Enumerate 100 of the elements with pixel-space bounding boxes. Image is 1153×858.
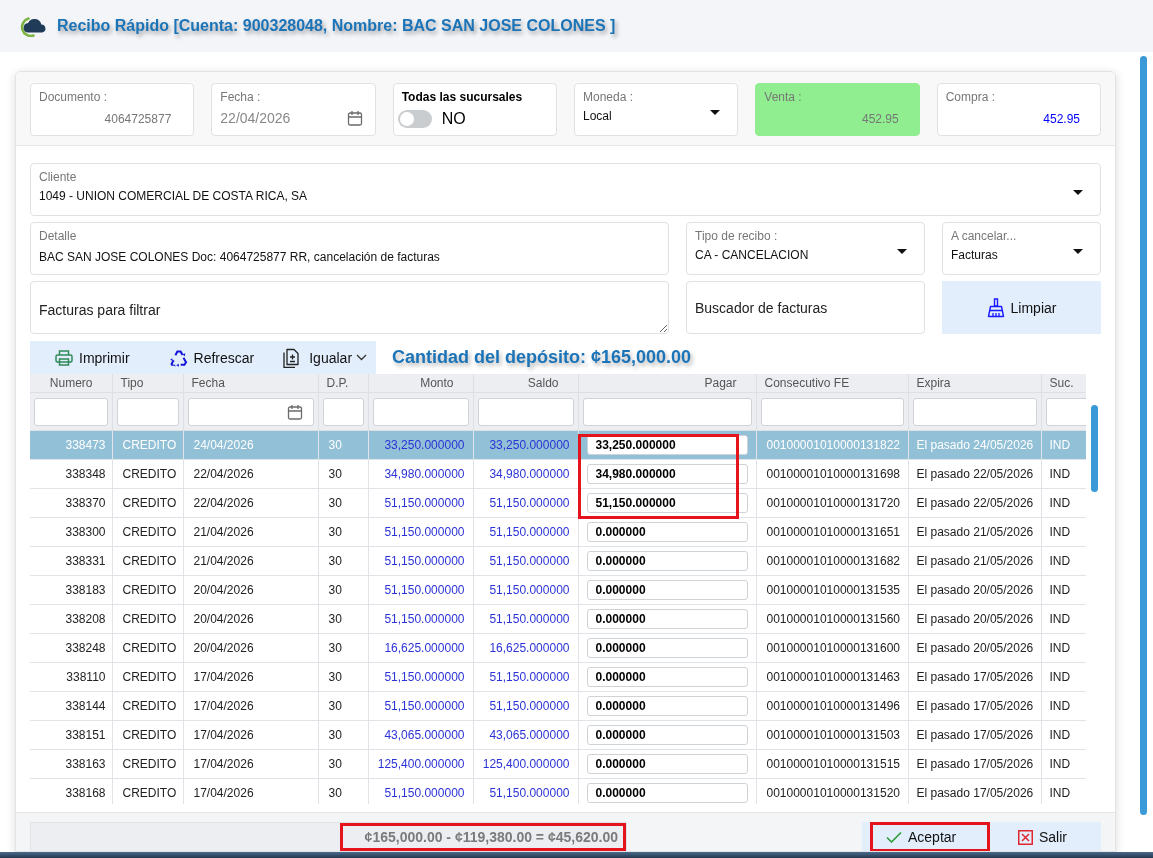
filter-field[interactable] bbox=[760, 397, 904, 426]
payment-field[interactable]: 51,150.000000 bbox=[586, 493, 748, 513]
table-cell: 43,065.000000 bbox=[368, 720, 473, 750]
scrollbar[interactable] bbox=[1091, 405, 1098, 492]
table-cell: 00100001010000131463 bbox=[756, 662, 908, 692]
payment-field[interactable]: 0.000000 bbox=[586, 783, 748, 803]
print-button[interactable]: Imprimir bbox=[35, 341, 150, 374]
payment-field[interactable]: 0.000000 bbox=[586, 667, 748, 687]
payment-field[interactable]: 0.000000 bbox=[586, 638, 748, 658]
table-cell: CREDITO bbox=[112, 604, 183, 634]
filter-field[interactable] bbox=[116, 397, 179, 426]
table-row[interactable]: 338300 CREDITO 21/04/2026 30 51,150.000000 51,150.000000 0.000000 00100001010000131651 El pasado 21/05/2026 IND bbox=[30, 517, 1086, 547]
table-cell: 43,065.000000 bbox=[473, 720, 578, 750]
table-cell: 338144 bbox=[30, 691, 112, 721]
clear-button[interactable]: Limpiar bbox=[942, 281, 1101, 334]
table-cell: El pasado 24/05/2026 bbox=[908, 430, 1041, 460]
table-cell: 00100001010000131535 bbox=[756, 575, 908, 605]
column-header: Pagar bbox=[578, 374, 756, 393]
client-select[interactable]: Cliente 1049 - UNION COMERCIAL DE COSTA RICA, SA bbox=[30, 163, 1101, 216]
filter-field[interactable] bbox=[477, 397, 574, 426]
table-row[interactable]: 338168 CREDITO 17/04/2026 30 51,150.000000 51,150.000000 0.000000 00100001010000131520 El pasado 17/05/2026 IND bbox=[30, 778, 1086, 804]
table-cell: CREDITO bbox=[112, 691, 183, 721]
table-cell: El pasado 20/05/2026 bbox=[908, 575, 1041, 605]
rate-field: Venta : 452.95 bbox=[755, 83, 920, 136]
payment-field[interactable]: 0.000000 bbox=[586, 551, 748, 571]
table-cell: 338300 bbox=[30, 517, 112, 547]
field-label: Venta : bbox=[764, 89, 803, 105]
table-cell: 16,625.000000 bbox=[368, 633, 473, 663]
column-header: Expira bbox=[908, 374, 1041, 393]
payment-field[interactable]: 0.000000 bbox=[586, 754, 748, 774]
table-cell: CREDITO bbox=[112, 720, 183, 750]
table-cell: El pasado 20/05/2026 bbox=[908, 633, 1041, 663]
table-cell: 16,625.000000 bbox=[473, 633, 578, 663]
table-cell: 51,150.000000 bbox=[368, 778, 473, 804]
table-row[interactable]: 338163 CREDITO 17/04/2026 30 125,400.000000 125,400.000000 0.000000 00100001010000131515 El pasado 17/05/2026 IND bbox=[30, 749, 1086, 779]
payment-field[interactable]: 0.000000 bbox=[586, 522, 748, 542]
table-cell: 00100001010000131698 bbox=[756, 459, 908, 489]
table-cell: CREDITO bbox=[112, 749, 183, 779]
table-cell: 51,150.000000 bbox=[368, 604, 473, 634]
table-cell: 00100001010000131515 bbox=[756, 749, 908, 779]
table-cell: CREDITO bbox=[112, 517, 183, 547]
filter-field[interactable] bbox=[1045, 397, 1086, 426]
date-field[interactable]: Fecha : 22/04/2026 bbox=[211, 83, 376, 136]
table-cell: El pasado 20/05/2026 bbox=[908, 604, 1041, 634]
calendar-icon bbox=[346, 110, 363, 126]
filter-field[interactable] bbox=[582, 397, 752, 426]
table-cell: 21/04/2026 bbox=[183, 517, 318, 547]
refresh-button[interactable]: Refrescar bbox=[149, 341, 275, 374]
payment-field[interactable]: 0.000000 bbox=[586, 580, 748, 600]
table-row[interactable]: 338248 CREDITO 20/04/2026 30 16,625.000000 16,625.000000 0.000000 00100001010000131600 El pasado 20/05/2026 IND bbox=[30, 633, 1086, 663]
payment-field[interactable]: 0.000000 bbox=[586, 696, 748, 716]
table-cell: 33,250.000000 bbox=[473, 430, 578, 460]
table-row[interactable]: 338348 CREDITO 22/04/2026 30 34,980.000000 34,980.000000 34,980.000000 00100001010000131698 El pasado 22/05/2026 IND bbox=[30, 459, 1086, 489]
table-row[interactable]: 338473 CREDITO 24/04/2026 30 33,250.000000 33,250.000000 33,250.000000 00100001010000131822 El pasado 24/05/2026 IND bbox=[30, 430, 1086, 460]
text-field[interactable]: Detalle BAC SAN JOSE COLONES Doc: 4064725877 RR, cancelación de facturas bbox=[30, 222, 669, 275]
table-cell: 51,150.000000 bbox=[473, 517, 578, 547]
table-row[interactable]: 338208 CREDITO 20/04/2026 30 51,150.000000 51,150.000000 0.000000 00100001010000131560 El pasado 20/05/2026 IND bbox=[30, 604, 1086, 634]
filter-field[interactable] bbox=[322, 397, 364, 426]
filter-field[interactable] bbox=[187, 397, 314, 426]
search-field[interactable]: Buscador de facturas bbox=[686, 281, 925, 334]
filter-field[interactable] bbox=[372, 397, 469, 426]
table-cell: 338248 bbox=[30, 633, 112, 663]
table-cell: 51,150.000000 bbox=[473, 691, 578, 721]
scrollbar[interactable] bbox=[1140, 56, 1147, 815]
table-cell: El pasado 22/05/2026 bbox=[908, 488, 1041, 518]
filter-field[interactable] bbox=[912, 397, 1037, 426]
table-row[interactable]: 338110 CREDITO 17/04/2026 30 51,150.000000 51,150.000000 0.000000 00100001010000131463 El pasado 17/05/2026 IND bbox=[30, 662, 1086, 692]
select-field[interactable]: Moneda : Local bbox=[574, 83, 739, 136]
close-icon bbox=[1018, 829, 1033, 845]
table-row[interactable]: 338183 CREDITO 20/04/2026 30 51,150.000000 51,150.000000 0.000000 00100001010000131535 El pasado 20/05/2026 IND bbox=[30, 575, 1086, 605]
select-field[interactable]: A cancelar... Facturas bbox=[942, 222, 1101, 275]
column-header: Numero bbox=[30, 374, 112, 393]
column-header: Fecha bbox=[183, 374, 318, 393]
column-header: D.P. bbox=[318, 374, 368, 393]
table-cell: CREDITO bbox=[112, 633, 183, 663]
table-row[interactable]: 338331 CREDITO 21/04/2026 30 51,150.000000 51,150.000000 0.000000 00100001010000131682 El pasado 21/05/2026 IND bbox=[30, 546, 1086, 576]
table-cell: 00100001010000131503 bbox=[756, 720, 908, 750]
table-row[interactable]: 338144 CREDITO 17/04/2026 30 51,150.000000 51,150.000000 0.000000 00100001010000131496 El pasado 17/05/2026 IND bbox=[30, 691, 1086, 721]
caret-icon bbox=[1073, 189, 1083, 195]
column-header: Suc. bbox=[1041, 374, 1086, 393]
filter-field[interactable] bbox=[34, 397, 108, 426]
select-field[interactable]: Tipo de recibo : CA - CANCELACION bbox=[686, 222, 925, 275]
check-icon bbox=[886, 831, 902, 843]
filter-textarea[interactable]: Facturas para filtrar bbox=[30, 281, 669, 334]
table-cell: 00100001010000131600 bbox=[756, 633, 908, 663]
recycle-icon bbox=[169, 348, 188, 367]
table-row[interactable]: 338370 CREDITO 22/04/2026 30 51,150.000000 51,150.000000 51,150.000000 00100001010000131720 El pasado 22/05/2026 IND bbox=[30, 488, 1086, 518]
payment-field[interactable]: 0.000000 bbox=[586, 725, 748, 745]
table-cell: El pasado 17/05/2026 bbox=[908, 720, 1041, 750]
payment-field[interactable]: 0.000000 bbox=[586, 609, 748, 629]
exit-button[interactable]: Salir bbox=[990, 822, 1101, 851]
table-cell: 51,150.000000 bbox=[473, 546, 578, 576]
column-header: Monto bbox=[368, 374, 473, 393]
table-row[interactable]: 338151 CREDITO 17/04/2026 30 43,065.000000 43,065.000000 0.000000 00100001010000131503 El pasado 17/05/2026 IND bbox=[30, 720, 1086, 750]
table-cell: CREDITO bbox=[112, 662, 183, 692]
match-button[interactable]: Igualar bbox=[274, 341, 374, 374]
toggle-switch[interactable] bbox=[397, 110, 432, 128]
printer-icon bbox=[55, 349, 73, 366]
payment-field[interactable]: 34,980.000000 bbox=[586, 464, 748, 484]
number-field[interactable]: Documento : 4064725877 bbox=[30, 83, 195, 136]
